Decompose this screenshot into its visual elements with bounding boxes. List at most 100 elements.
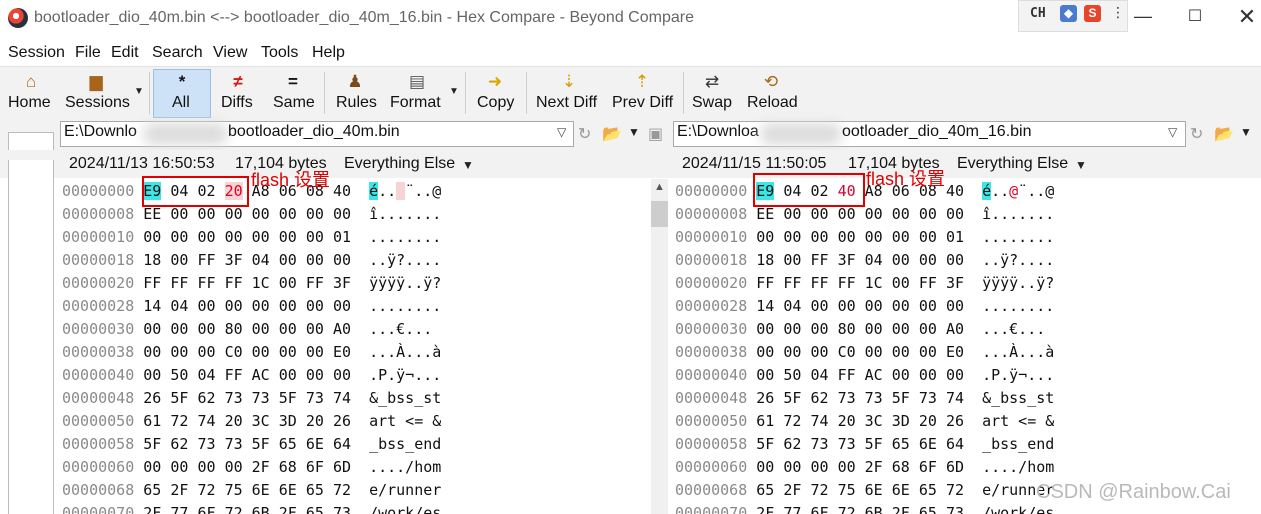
hex-byte[interactable]: 73: [838, 435, 856, 453]
hex-byte[interactable]: 00: [810, 343, 828, 361]
hex-byte[interactable]: 00: [252, 205, 270, 223]
hex-byte[interactable]: 2F: [892, 504, 910, 514]
hex-byte[interactable]: 00: [892, 297, 910, 315]
hex-byte[interactable]: FF: [143, 274, 161, 292]
hex-byte[interactable]: 00: [143, 343, 161, 361]
hex-byte[interactable]: 74: [810, 412, 828, 430]
hex-byte[interactable]: 6E: [252, 481, 270, 499]
hex-byte[interactable]: 65: [892, 435, 910, 453]
ascii-text[interactable]: ...€...: [369, 320, 441, 338]
same-button[interactable]: Same: [273, 94, 315, 112]
hex-byte[interactable]: 6E: [865, 481, 883, 499]
hex-byte[interactable]: 00: [306, 228, 324, 246]
diffs-button[interactable]: Diffs: [221, 94, 253, 112]
hex-byte[interactable]: 00: [946, 251, 964, 269]
sogou-icon[interactable]: S: [1084, 5, 1101, 22]
hex-byte[interactable]: 04: [170, 297, 188, 315]
ascii-text[interactable]: .P.ÿ¬...: [982, 366, 1054, 384]
hex-byte[interactable]: 5F: [756, 435, 774, 453]
hex-row[interactable]: 00000028 14 04 00 00 00 00 00 00 .......…: [675, 295, 1054, 318]
diffs-icon[interactable]: ≠: [227, 72, 249, 92]
hex-byte[interactable]: 00: [810, 297, 828, 315]
sessions-icon[interactable]: ▆: [85, 72, 107, 92]
hex-byte[interactable]: 6F: [919, 458, 937, 476]
hex-byte[interactable]: 77: [783, 504, 801, 514]
hex-byte[interactable]: 65: [306, 481, 324, 499]
ascii-text[interactable]: ÿÿÿÿ..ÿ?: [369, 274, 441, 292]
hex-byte[interactable]: 00: [225, 297, 243, 315]
hex-byte[interactable]: 61: [143, 412, 161, 430]
hex-row[interactable]: 00000040 00 50 04 FF AC 00 00 00 .P.ÿ¬..…: [62, 364, 441, 387]
hex-byte[interactable]: 00: [946, 366, 964, 384]
hex-byte[interactable]: 00: [892, 228, 910, 246]
hex-byte[interactable]: 00: [306, 366, 324, 384]
left-open-folder-icon[interactable]: 📂: [602, 124, 622, 144]
hex-row[interactable]: 00000030 00 00 00 80 00 00 00 A0 ...€...: [62, 318, 441, 341]
hex-byte[interactable]: 00: [838, 458, 856, 476]
left-folder-dropdown-icon[interactable]: ▼: [628, 125, 640, 139]
hex-byte[interactable]: FF: [838, 366, 856, 384]
hex-byte[interactable]: 6E: [306, 435, 324, 453]
ascii-text[interactable]: é.. ¨..@: [369, 182, 441, 200]
ascii-text[interactable]: ........: [369, 228, 441, 246]
hex-byte[interactable]: 00: [252, 343, 270, 361]
hex-byte[interactable]: 65: [143, 481, 161, 499]
left-history-icon[interactable]: ↻: [578, 124, 591, 144]
hex-row[interactable]: 00000040 00 50 04 FF AC 00 00 00 .P.ÿ¬..…: [675, 364, 1054, 387]
hex-byte[interactable]: 00: [197, 228, 215, 246]
hex-byte[interactable]: 1C: [865, 274, 883, 292]
menu-tools[interactable]: Tools: [261, 44, 298, 62]
hex-byte[interactable]: 00: [865, 205, 883, 223]
menu-help[interactable]: Help: [312, 44, 345, 62]
hex-byte[interactable]: 5F: [252, 435, 270, 453]
ascii-text[interactable]: é..@¨..@: [982, 182, 1054, 200]
hex-byte[interactable]: 2F: [170, 481, 188, 499]
hex-byte[interactable]: 00: [279, 228, 297, 246]
hex-byte[interactable]: 68: [279, 458, 297, 476]
hex-byte[interactable]: 00: [279, 320, 297, 338]
hex-byte[interactable]: 73: [946, 504, 964, 514]
hex-byte[interactable]: 00: [252, 228, 270, 246]
right-format-select[interactable]: Everything Else: [957, 155, 1068, 173]
hex-byte[interactable]: 00: [306, 205, 324, 223]
menu-session[interactable]: Session: [8, 44, 65, 62]
ascii-text[interactable]: ...€...: [982, 320, 1054, 338]
hex-byte[interactable]: 5F: [892, 389, 910, 407]
hex-byte[interactable]: AC: [865, 366, 883, 384]
hex-byte[interactable]: 04: [865, 251, 883, 269]
hex-byte[interactable]: 5F: [783, 389, 801, 407]
copy-arrow-icon[interactable]: ➜: [484, 72, 506, 92]
hex-byte[interactable]: 04: [810, 366, 828, 384]
hex-row[interactable]: 00000068 65 2F 72 75 6E 6E 65 72 e/runne…: [62, 479, 441, 502]
hex-byte[interactable]: 65: [756, 481, 774, 499]
hex-byte[interactable]: 00: [306, 343, 324, 361]
hex-byte[interactable]: 80: [225, 320, 243, 338]
hex-byte[interactable]: 1C: [252, 274, 270, 292]
hex-byte[interactable]: FF: [783, 274, 801, 292]
prev-diff-icon[interactable]: ⇡: [631, 72, 653, 92]
hex-byte[interactable]: 72: [225, 504, 243, 514]
hex-byte[interactable]: 04: [783, 297, 801, 315]
hex-byte[interactable]: 00: [865, 320, 883, 338]
hex-byte[interactable]: 3D: [279, 412, 297, 430]
hex-byte[interactable]: 01: [946, 228, 964, 246]
hex-byte[interactable]: 00: [810, 228, 828, 246]
hex-byte[interactable]: 00: [892, 343, 910, 361]
hex-byte[interactable]: 61: [756, 412, 774, 430]
home-button[interactable]: Home: [8, 94, 51, 112]
hex-byte[interactable]: 73: [225, 435, 243, 453]
hex-byte[interactable]: EE: [756, 205, 774, 223]
left-scrollbar-thumb[interactable]: [651, 201, 668, 227]
hex-byte[interactable]: 3F: [946, 274, 964, 292]
ascii-text[interactable]: ÿÿÿÿ..ÿ?: [982, 274, 1054, 292]
hex-byte[interactable]: FF: [306, 274, 324, 292]
hex-byte[interactable]: 65: [306, 504, 324, 514]
hex-byte[interactable]: 74: [946, 389, 964, 407]
hex-byte[interactable]: 00: [810, 458, 828, 476]
hex-row[interactable]: 00000070 2F 77 6F 72 6B 2F 65 73 /work/e…: [62, 502, 441, 514]
format-button[interactable]: Format: [390, 94, 441, 112]
hex-byte[interactable]: 00: [279, 205, 297, 223]
format-icon[interactable]: ▤: [406, 72, 428, 92]
hex-byte[interactable]: 80: [838, 320, 856, 338]
maximize-button[interactable]: ☐: [1180, 6, 1210, 30]
